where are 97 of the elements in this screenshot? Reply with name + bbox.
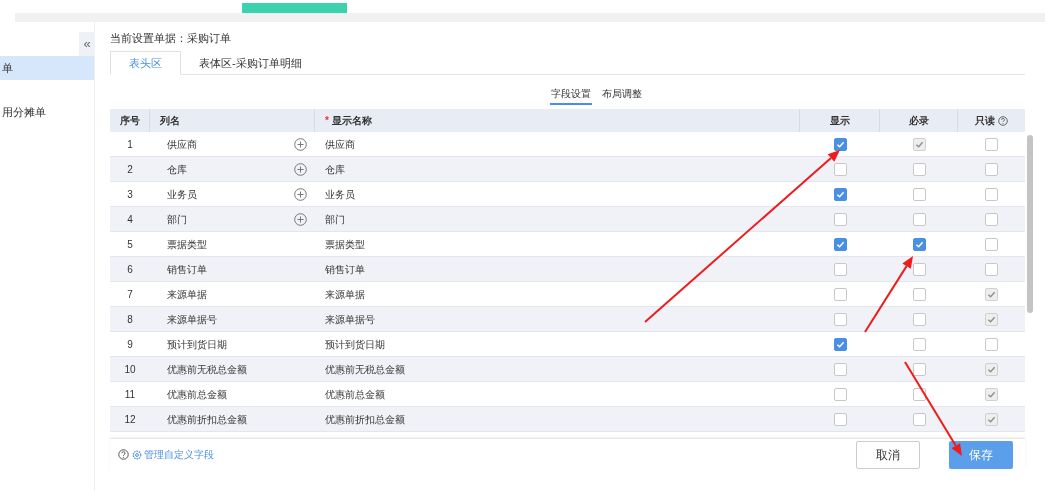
table-cell-text: 来源单据号: [324, 312, 376, 327]
checkbox[interactable]: [833, 262, 847, 276]
tab[interactable]: 表头区: [110, 51, 181, 75]
column-header: 显示名称: [331, 114, 372, 128]
collapse-button[interactable]: «: [79, 32, 95, 56]
checkbox[interactable]: [912, 262, 926, 276]
table-cell-text: 7: [126, 287, 134, 302]
table-cell-text: 11: [123, 387, 137, 402]
table-cell-text: 1: [126, 137, 134, 152]
checkbox[interactable]: [912, 237, 926, 251]
table-cell-text: 票据类型: [167, 237, 207, 252]
table-cell-text: 10: [123, 362, 137, 377]
checkbox[interactable]: [833, 412, 847, 426]
table-cell-text: 优惠前折扣总金额: [167, 412, 247, 427]
checkbox[interactable]: [833, 137, 847, 151]
add-icon[interactable]: [294, 162, 307, 176]
checkbox[interactable]: [912, 162, 926, 176]
table-cell-text: 供应商: [167, 137, 197, 152]
tab[interactable]: 表体区-采购订单明细: [181, 51, 320, 75]
table-cell-text: 业务员: [324, 187, 356, 202]
checkbox[interactable]: [985, 262, 998, 276]
check-icon: [835, 239, 845, 249]
add-icon[interactable]: [294, 137, 307, 151]
checkbox[interactable]: [912, 412, 926, 426]
check-icon: [987, 364, 996, 374]
manage-fields-link[interactable]: 管理自定义字段: [132, 447, 214, 462]
checkbox[interactable]: [985, 337, 998, 351]
checkbox[interactable]: [833, 212, 847, 226]
cancel-button[interactable]: 取消: [856, 440, 920, 469]
table-cell-text: 优惠前总金额: [167, 387, 227, 402]
table-cell-text: 12: [123, 412, 137, 427]
checkbox[interactable]: [985, 237, 998, 251]
check-icon: [835, 189, 845, 199]
table-cell-text: 优惠前无税总金额: [167, 362, 247, 377]
checkbox[interactable]: [912, 312, 926, 326]
table-cell-text: 票据类型: [324, 237, 366, 252]
add-icon[interactable]: [294, 212, 307, 226]
checkbox[interactable]: [833, 362, 847, 376]
checkbox[interactable]: [912, 337, 926, 351]
table-cell-text: 预计到货日期: [167, 337, 227, 352]
table-cell-text: 仓库: [167, 162, 187, 177]
table-cell-text: 来源单据号: [167, 312, 217, 327]
table-cell-text: 销售订单: [167, 262, 207, 277]
checkbox[interactable]: [985, 162, 998, 176]
check-icon: [835, 139, 845, 149]
scrollbar[interactable]: [1027, 135, 1033, 313]
checkbox[interactable]: [985, 187, 998, 201]
check-icon: [987, 289, 996, 299]
checkbox[interactable]: [833, 312, 847, 326]
check-icon: [987, 314, 996, 324]
help-icon[interactable]: [998, 115, 1008, 126]
table-cell-text: 部门: [167, 212, 187, 227]
checkbox[interactable]: [912, 362, 926, 376]
checkbox[interactable]: [833, 337, 847, 351]
check-icon: [987, 414, 996, 424]
checkbox[interactable]: [912, 187, 926, 201]
checkbox[interactable]: [912, 287, 926, 301]
subtab[interactable]: 布局调整: [601, 83, 643, 105]
help-icon[interactable]: [118, 449, 129, 460]
checkbox[interactable]: [912, 212, 926, 226]
table-cell-text: 优惠前无税总金额: [324, 362, 406, 377]
table-cell-text: 供应商: [324, 137, 356, 152]
checkbox[interactable]: [833, 187, 847, 201]
table-cell-text: 来源单据: [324, 287, 366, 302]
table-cell-text: 来源单据: [167, 287, 207, 302]
current-doc-label: 当前设置单据：采购订单: [110, 31, 232, 46]
checkbox[interactable]: [833, 162, 847, 176]
checkbox[interactable]: [833, 287, 847, 301]
sidebar-item[interactable]: 用分摊单: [0, 100, 94, 124]
add-icon[interactable]: [294, 187, 307, 201]
table-cell-text: 6: [126, 262, 134, 277]
sidebar-item[interactable]: 单: [0, 56, 94, 80]
check-icon: [914, 139, 924, 149]
subtab[interactable]: 字段设置: [550, 83, 592, 105]
checkbox[interactable]: [833, 387, 847, 401]
table-cell-text: 仓库: [324, 162, 346, 177]
gear-icon: [132, 449, 142, 460]
table-cell-text: 部门: [324, 212, 346, 227]
table-cell-text: 9: [126, 337, 134, 352]
check-icon: [914, 239, 924, 249]
checkbox[interactable]: [985, 212, 998, 226]
table-cell-text: 预计到货日期: [324, 337, 386, 352]
table-cell-text: 销售订单: [324, 262, 366, 277]
table-cell-text: 优惠前折扣总金额: [324, 412, 406, 427]
table-cell-text: 8: [126, 312, 134, 327]
check-icon: [835, 339, 845, 349]
table-cell-text: 优惠前总金额: [324, 387, 386, 402]
checkbox[interactable]: [985, 137, 998, 151]
required-mark: *: [325, 114, 329, 128]
check-icon: [987, 389, 996, 399]
table-cell-text: 5: [126, 237, 134, 252]
table-cell-text: 4: [126, 212, 134, 227]
checkbox[interactable]: [833, 237, 847, 251]
table-cell-text: 3: [126, 187, 134, 202]
column-header: 只读: [975, 114, 995, 128]
table-cell-text: 2: [126, 162, 134, 177]
table-cell-text: 业务员: [167, 187, 197, 202]
